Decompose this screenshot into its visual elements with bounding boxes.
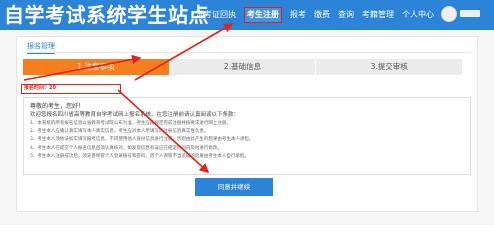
top-header: 自学考试系统学生站点 准考证回执 考生注册 报考 缴费 查询 考籍管理 个人中心 bbox=[0, 0, 494, 30]
notice-intro: 欢迎您报名四川省高等教育自学考试网上报名系统。在您注册前请认真阅读以下条款： bbox=[30, 112, 240, 118]
agree-continue-button[interactable]: 同意并继续 bbox=[195, 178, 273, 196]
notice-rule: 5、考生本人注册成功后，须妥善保管个人登录账号和密码，因个人保管不当造成的后果由… bbox=[30, 153, 249, 159]
step-notice: 1.注意事项 bbox=[23, 59, 169, 75]
nav-item-query[interactable]: 查询 bbox=[338, 0, 354, 30]
step-progress: 1.注意事项 2.基础信息 3.提交审核 bbox=[23, 59, 463, 75]
main-nav: 准考证回执 考生注册 报考 缴费 查询 考籍管理 个人中心 bbox=[196, 0, 442, 30]
nav-item-student-register[interactable]: 考生注册 bbox=[244, 7, 282, 23]
registration-time: 报名时间：20 bbox=[21, 84, 121, 94]
notice-box: 尊敬的考生，您好！ 欢迎您报名四川省高等教育自学考试网上报名系统。在您注册前请认… bbox=[23, 97, 471, 175]
nav-item-apply-exam[interactable]: 报考 bbox=[290, 0, 306, 30]
panel-divider bbox=[23, 52, 471, 53]
user-name-redacted[interactable] bbox=[460, 10, 480, 17]
nav-item-record-management[interactable]: 考籍管理 bbox=[362, 0, 394, 30]
notice-rule: 1、本系统的所有报名信息以省教育考试院公布为准，考生应按规定完成注册并按要求进行… bbox=[30, 121, 231, 126]
nav-item-payment[interactable]: 缴费 bbox=[314, 0, 330, 30]
notice-rule: 3、考生本人须依法如实填写报考信息，不得使用他人身份信息进行注册，否则由此产生的… bbox=[30, 137, 254, 143]
notice-rule: 4、考生本人在提交个人报名信息后须认真核对，如发现信息有误应在规定时间内及时进行… bbox=[30, 145, 222, 151]
notice-greeting: 尊敬的考生，您好！ bbox=[30, 103, 85, 110]
step-basic-info: 2.基础信息 bbox=[169, 59, 316, 75]
content-area: 报名管理 1.注意事项 2.基础信息 3.提交审核 报名时间：20 尊敬的考生，… bbox=[0, 30, 494, 225]
registration-panel: 报名管理 1.注意事项 2.基础信息 3.提交审核 报名时间：20 尊敬的考生，… bbox=[16, 36, 478, 212]
step-submit-review: 3.提交审核 bbox=[316, 59, 463, 75]
site-title: 自学考试系统学生站点 bbox=[4, 3, 209, 27]
nav-item-admission-receipt[interactable]: 准考证回执 bbox=[196, 0, 236, 30]
notice-rule: 2、考生本人应确认真实填写本人真实信息，考生应对本人所填写的注册信息真实性负责。 bbox=[30, 129, 209, 135]
avatar[interactable] bbox=[441, 6, 457, 22]
nav-item-personal-center[interactable]: 个人中心 bbox=[402, 0, 434, 30]
